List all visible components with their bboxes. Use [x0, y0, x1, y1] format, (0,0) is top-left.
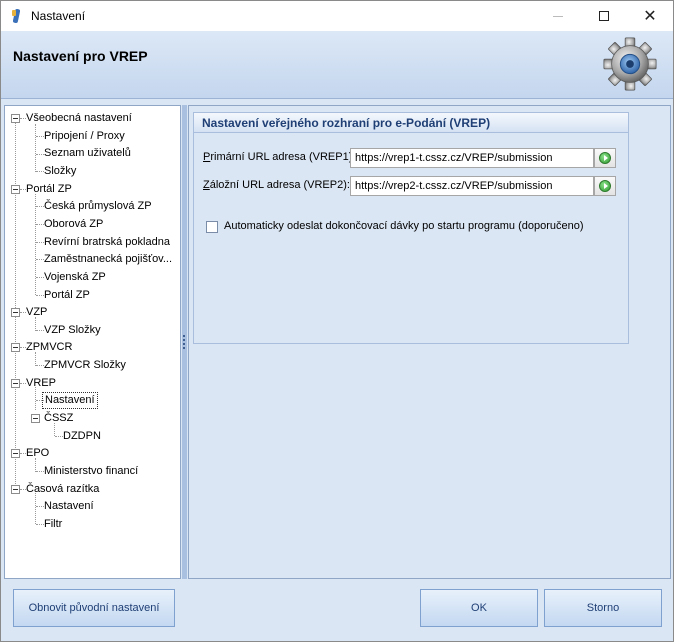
backup-url-label: Záložní URL adresa (VREP2): — [203, 179, 350, 191]
tree-connector — [36, 224, 44, 225]
tree-expander[interactable] — [11, 185, 20, 194]
tree-item-zamestnanecka-pojistovna[interactable]: Zaměstnanecká pojišťov... — [44, 251, 172, 268]
tree-item-razitka-nastaveni[interactable]: Nastavení — [44, 498, 94, 515]
tree-item-vrep[interactable]: VREP — [26, 375, 56, 392]
tree-connector — [36, 365, 44, 366]
tree-connector — [36, 171, 44, 172]
tree-connector — [36, 506, 44, 507]
splitter-grip — [183, 343, 185, 345]
panel-splitter[interactable] — [182, 105, 187, 579]
go-icon — [599, 180, 611, 192]
tree-item-oborova-zp[interactable]: Oborová ZP — [44, 216, 103, 233]
tree-item-filtr[interactable]: Filtr — [44, 516, 62, 533]
primary-url-label-text: rimární URL adresa (VREP1): — [210, 151, 356, 163]
tree-item-zpmvcr[interactable]: ZPMVCR — [26, 339, 72, 356]
tree-connector — [36, 471, 44, 472]
tree-expander[interactable] — [11, 343, 20, 352]
tree-item-cssz[interactable]: ČSSZ — [44, 410, 73, 427]
splitter-grip — [183, 335, 185, 337]
tree-item-vzp[interactable]: VZP — [26, 304, 47, 321]
tree-item-vojenska-zp[interactable]: Vojenská ZP — [44, 269, 106, 286]
tree-connector — [36, 206, 44, 207]
tree-item-zpmvcr-slozky[interactable]: ZPMVCR Složky — [44, 357, 126, 374]
tree-expander[interactable] — [11, 449, 20, 458]
gear-icon — [603, 37, 657, 91]
page-title: Nastavení pro VREP — [13, 48, 148, 64]
title-bar: Nastavení ✕ — [1, 1, 673, 31]
tree-item-epo[interactable]: EPO — [26, 445, 49, 462]
tree-item-pripojeni-proxy[interactable]: Pripojení / Proxy — [44, 128, 125, 145]
tree-item-revirni-bratrska-pokladna[interactable]: Revírní bratrská pokladna — [44, 234, 170, 251]
tree-item-portal-zp[interactable]: Portál ZP — [44, 287, 90, 304]
backup-url-test-button[interactable] — [594, 176, 616, 196]
window-title: Nastavení — [31, 9, 86, 23]
primary-url-test-button[interactable] — [594, 148, 616, 168]
tree-expander[interactable] — [11, 308, 20, 317]
group-title: Nastavení veřejného rozhraní pro e-Podán… — [194, 113, 628, 133]
auto-send-label[interactable]: Automaticky odeslat dokončovací dávky po… — [224, 220, 584, 232]
tree-expander[interactable] — [11, 379, 20, 388]
maximize-icon — [599, 11, 609, 21]
tree-item-dzdpn[interactable]: DZDPN — [63, 428, 101, 445]
tree-connector — [36, 330, 44, 331]
auto-send-checkbox[interactable] — [206, 221, 218, 233]
minimize-button[interactable] — [535, 1, 581, 31]
tree-connector — [36, 242, 44, 243]
tree-connector — [36, 154, 44, 155]
settings-tree: Všeobecná nastavení Pripojení / Proxy Se… — [4, 105, 181, 579]
backup-url-input[interactable]: https://vrep2-t.cssz.cz/VREP/submission — [350, 176, 594, 196]
backup-url-accel: Z — [203, 179, 210, 191]
tree-connector — [55, 436, 63, 437]
vrep-settings-group: Nastavení veřejného rozhraní pro e-Podán… — [193, 112, 629, 344]
maximize-button[interactable] — [581, 1, 627, 31]
tree-item-casova-razitka[interactable]: Časová razítka — [26, 481, 99, 498]
tree-expander[interactable] — [11, 114, 20, 123]
backup-url-label-text: áložní URL adresa (VREP2): — [209, 179, 350, 191]
tree-connector — [36, 524, 44, 525]
ok-button[interactable]: OK — [420, 589, 538, 627]
close-icon: ✕ — [643, 8, 657, 25]
window-controls: ✕ — [535, 1, 673, 31]
tree-item-seznam-uzivatelu[interactable]: Seznam uživatelů — [44, 145, 131, 162]
app-icon — [9, 8, 25, 24]
tree-item-ministerstvo-financi[interactable]: Ministerstvo financí — [44, 463, 138, 480]
tree-connector — [36, 277, 44, 278]
settings-window: Nastavení ✕ Nastavení pro VREP Všeobecná… — [0, 0, 674, 642]
tree-item-vseobecna-nastaveni[interactable]: Všeobecná nastavení — [26, 110, 132, 127]
tree-item-slozky[interactable]: Složky — [44, 163, 76, 180]
tree-connector — [36, 136, 44, 137]
cancel-button[interactable]: Storno — [544, 589, 662, 627]
tree-item-ceska-prumyslova-zp[interactable]: Česká průmyslová ZP — [44, 198, 152, 215]
tree-item-vzp-slozky[interactable]: VZP Složky — [44, 322, 101, 339]
go-icon — [599, 152, 611, 164]
tree-item-vrep-nastaveni[interactable]: Nastavení — [42, 392, 98, 409]
header-band: Nastavení pro VREP — [1, 31, 673, 99]
tree-connector — [36, 259, 44, 260]
tree-connector — [36, 295, 44, 296]
splitter-grip — [183, 347, 185, 349]
tree-connector — [35, 194, 36, 295]
tree-expander[interactable] — [11, 485, 20, 494]
primary-url-label: Primární URL adresa (VREP1): — [203, 151, 355, 163]
close-button[interactable]: ✕ — [627, 1, 673, 31]
primary-url-input[interactable]: https://vrep1-t.cssz.cz/VREP/submission — [350, 148, 594, 168]
tree-connector — [35, 124, 36, 172]
tree-item-portal-zp-group[interactable]: Portál ZP — [26, 181, 72, 198]
settings-content: Nastavení veřejného rozhraní pro e-Podán… — [188, 105, 671, 579]
splitter-grip — [183, 339, 185, 341]
minimize-icon — [553, 15, 563, 17]
restore-defaults-button[interactable]: Obnovit původní nastavení — [13, 589, 175, 627]
tree-expander[interactable] — [31, 414, 40, 423]
